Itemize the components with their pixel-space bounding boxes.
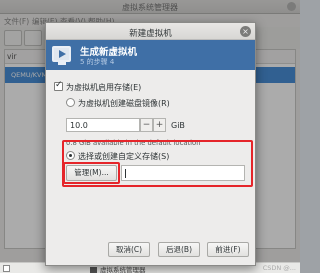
increment-button[interactable]: + — [153, 118, 166, 132]
dialog-titlebar: 新建虚拟机 × — [46, 23, 255, 40]
wizard-step: 5 的步骤 4 — [80, 58, 115, 66]
disk-size-input[interactable]: 10.0 — [66, 118, 140, 132]
new-vm-dialog: 新建虚拟机 × 生成新虚拟机 5 的步骤 4 为虚拟机启用存储(E) 为虚拟机创… — [45, 22, 256, 266]
wizard-banner: 生成新虚拟机 5 的步骤 4 — [46, 40, 255, 70]
watermark: CSDN @... — [262, 264, 296, 272]
dialog-close-icon[interactable]: × — [240, 26, 251, 37]
size-unit: GiB — [171, 121, 185, 130]
create-disk-label[interactable]: 为虚拟机创建磁盘镜像(R) — [78, 98, 170, 109]
enable-storage-label[interactable]: 为虚拟机启用存储(E) — [66, 82, 141, 93]
create-disk-radio[interactable] — [66, 98, 75, 107]
wizard-title: 生成新虚拟机 — [80, 47, 138, 58]
back-button[interactable]: 后退(B) — [158, 242, 200, 257]
show-desktop-icon[interactable] — [3, 265, 10, 272]
forward-button[interactable]: 前进(F) — [207, 242, 249, 257]
decrement-button[interactable]: − — [140, 118, 153, 132]
enable-storage-checkbox[interactable] — [54, 80, 63, 91]
monitor-play-icon — [52, 46, 71, 65]
cancel-button[interactable]: 取消(C) — [108, 242, 150, 257]
dialog-title: 新建虚拟机 — [129, 29, 172, 39]
highlight-box-manage — [63, 162, 120, 184]
